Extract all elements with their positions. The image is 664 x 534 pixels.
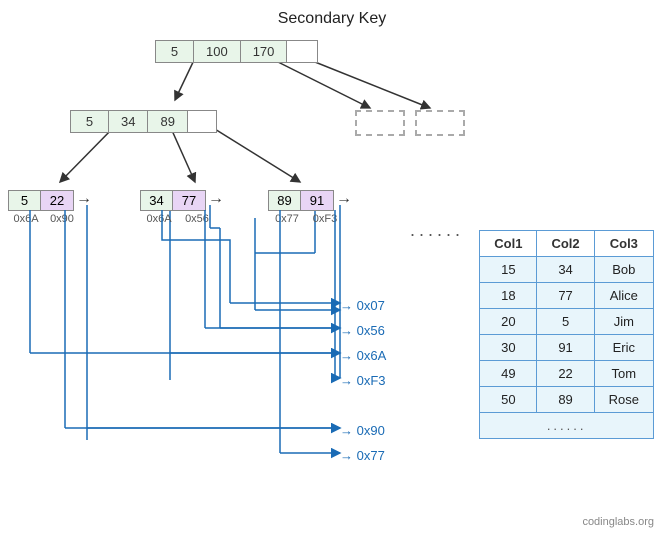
leaf1-purple-val: 22 [41, 191, 73, 210]
hex-pointer-0x6A: → 0x6A [340, 348, 386, 363]
leaf3-arrow: → [336, 190, 352, 211]
data-table: Col1 Col2 Col3 15 34 Bob 18 77 Alice 20 … [479, 230, 654, 439]
leaf2-box: 34 77 [140, 190, 206, 211]
dashed-box-1 [355, 110, 405, 136]
diagram-dots: ...... [410, 220, 464, 241]
row3-col2: 5 [537, 309, 594, 335]
col2-header: Col2 [537, 231, 594, 257]
table-footer: ...... [480, 413, 654, 439]
hex-pointer-0x90: → 0x90 [340, 423, 385, 438]
dashed-box-2 [415, 110, 465, 136]
leaf-node-2: 34 77 → 0x6A 0x56 [140, 190, 224, 225]
row2-col3: Alice [594, 283, 653, 309]
hex-pointer-0x77: → 0x77 [340, 448, 385, 463]
leaf3-green-hex: 0x77 [268, 213, 306, 225]
table-row: 18 77 Alice [480, 283, 654, 309]
row4-col3: Eric [594, 335, 653, 361]
row1-col1: 15 [480, 257, 537, 283]
l2-node: 5 34 89 [70, 110, 217, 133]
root-cell-2: 100 [194, 41, 241, 62]
row4-col2: 91 [537, 335, 594, 361]
row3-col3: Jim [594, 309, 653, 335]
hex-pointer-0xF3: → 0xF3 [340, 373, 386, 388]
table-row: 20 5 Jim [480, 309, 654, 335]
row6-col2: 89 [537, 387, 594, 413]
leaf3-box: 89 91 [268, 190, 334, 211]
table-row: 15 34 Bob [480, 257, 654, 283]
row2-col2: 77 [537, 283, 594, 309]
leaf1-arrow: → [76, 190, 92, 211]
leaf1-box: 5 22 [8, 190, 74, 211]
col3-header: Col3 [594, 231, 653, 257]
row6-col3: Rose [594, 387, 653, 413]
col1-header: Col1 [480, 231, 537, 257]
row1-col2: 34 [537, 257, 594, 283]
row6-col1: 50 [480, 387, 537, 413]
leaf2-purple-hex: 0x56 [178, 213, 216, 225]
leaf3-purple-val: 91 [301, 191, 333, 210]
table-row: 49 22 Tom [480, 361, 654, 387]
watermark: codinglabs.org [582, 516, 654, 528]
root-node: 5 100 170 [155, 40, 318, 63]
leaf3-purple-hex: 0xF3 [306, 213, 344, 225]
row5-col1: 49 [480, 361, 537, 387]
leaf2-green-hex: 0x6A [140, 213, 178, 225]
l2-cell-3: 89 [148, 111, 187, 132]
root-cell-3: 170 [241, 41, 288, 62]
leaf1-green-val: 5 [9, 191, 41, 210]
leaf1-green-hex: 0x6A [8, 213, 44, 225]
row5-col2: 22 [537, 361, 594, 387]
page-title: Secondary Key [0, 0, 664, 28]
l2-cell-4 [188, 111, 216, 132]
table-footer-row: ...... [480, 413, 654, 439]
table-row: 50 89 Rose [480, 387, 654, 413]
row2-col1: 18 [480, 283, 537, 309]
row1-col3: Bob [594, 257, 653, 283]
root-cell-4 [287, 41, 317, 62]
table-row: 30 91 Eric [480, 335, 654, 361]
leaf2-green-val: 34 [141, 191, 173, 210]
l2-cell-2: 34 [109, 111, 148, 132]
leaf2-purple-val: 77 [173, 191, 205, 210]
l2-cell-1: 5 [71, 111, 109, 132]
hex-pointer-0x07: → 0x07 [340, 298, 385, 313]
leaf-node-1: 5 22 → 0x6A 0x90 [8, 190, 92, 225]
leaf3-green-val: 89 [269, 191, 301, 210]
row3-col1: 20 [480, 309, 537, 335]
leaf1-purple-hex: 0x90 [44, 213, 80, 225]
leaf-node-3: 89 91 → 0x77 0xF3 [268, 190, 352, 225]
leaf2-arrow: → [208, 190, 224, 211]
hex-pointer-0x56: → 0x56 [340, 323, 385, 338]
root-cell-1: 5 [156, 41, 194, 62]
row5-col3: Tom [594, 361, 653, 387]
row4-col1: 30 [480, 335, 537, 361]
